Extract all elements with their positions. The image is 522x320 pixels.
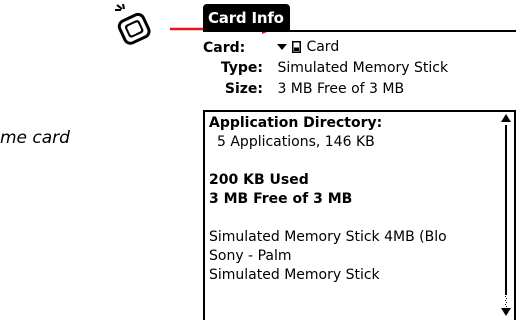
card-selector-trigger[interactable]: Card <box>277 37 339 57</box>
detail-line: Sony - Palm <box>209 248 292 264</box>
dropdown-triangle-icon <box>277 44 288 50</box>
detail-line: Simulated Memory Stick <box>209 267 380 283</box>
directory-panel[interactable]: Application Directory: 5 Applications, 1… <box>203 110 516 320</box>
scroll-track[interactable] <box>505 125 507 295</box>
vertical-scrollbar[interactable] <box>501 114 511 318</box>
directory-summary: 5 Applications, 146 KB <box>217 134 375 150</box>
size-value: 3 MB Free of 3 MB <box>277 81 405 97</box>
memory-card-insert-icon <box>112 3 154 46</box>
type-value: Simulated Memory Stick <box>277 60 449 76</box>
type-row: Type: Simulated Memory Stick <box>203 58 448 78</box>
card-selector-value: Card <box>306 39 340 55</box>
size-row: Size: 3 MB Free of 3 MB <box>203 79 404 99</box>
free-space: 3 MB Free of 3 MB <box>209 191 353 207</box>
type-label: Type: <box>220 60 263 76</box>
detail-line: Simulated Memory Stick 4MB (Blo <box>209 229 447 245</box>
palm-card-info-screen: Card Info Card: Card Type: Simulated Mem… <box>199 0 522 320</box>
size-label: Size: <box>224 81 263 97</box>
directory-heading: Application Directory: <box>209 115 383 131</box>
title-underline <box>203 30 516 32</box>
small-card-icon <box>292 41 302 53</box>
form-title: Card Info <box>203 4 290 32</box>
card-label: Card: <box>203 40 246 56</box>
rename-card-caption: me card <box>0 128 70 148</box>
card-row: Card: Card <box>203 37 339 57</box>
used-space: 200 KB Used <box>209 172 309 188</box>
scroll-up-arrow-icon[interactable] <box>501 114 511 124</box>
scroll-down-arrow-icon[interactable] <box>501 296 511 316</box>
directory-content: Application Directory: 5 Applications, 1… <box>209 114 495 285</box>
